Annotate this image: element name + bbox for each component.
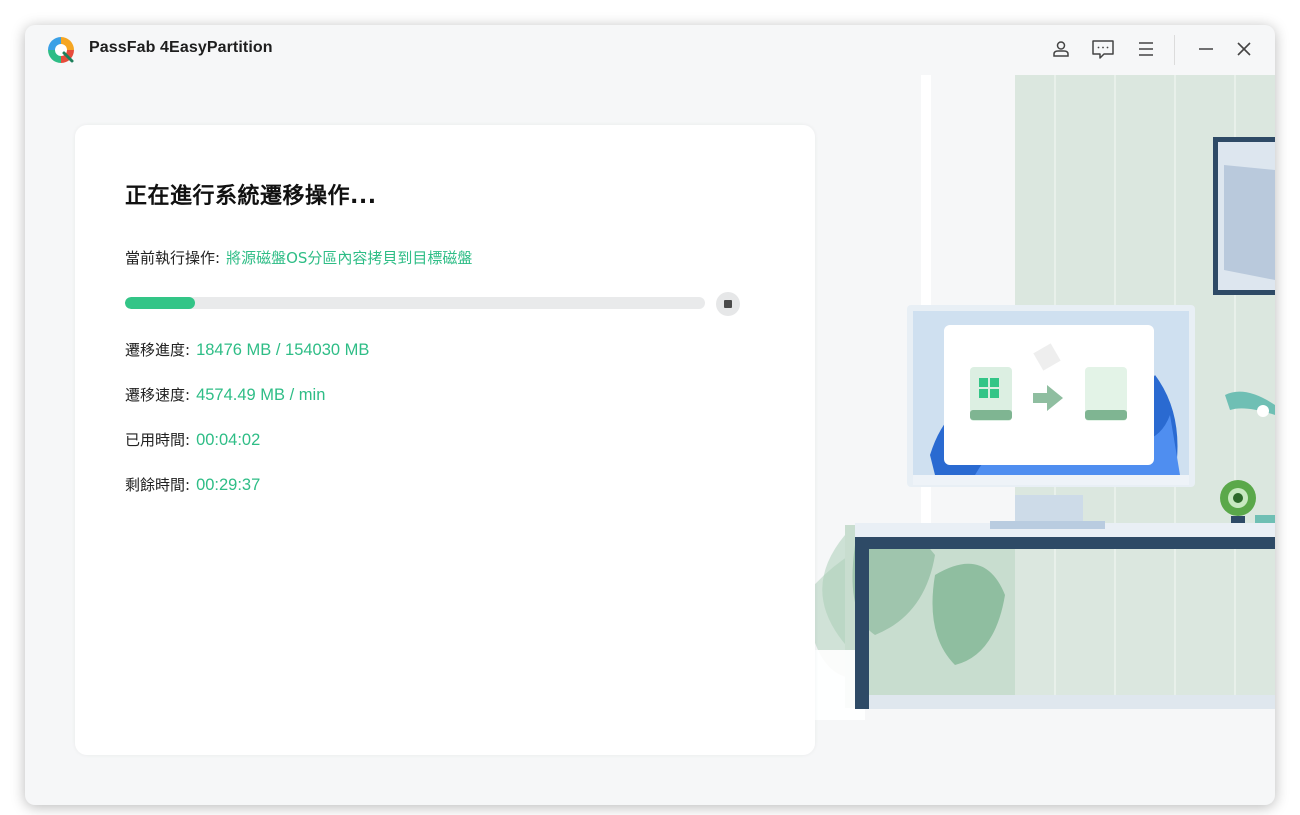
migration-progress-bar <box>125 297 705 309</box>
titlebar-divider <box>1174 35 1175 65</box>
close-icon[interactable] <box>1232 37 1256 61</box>
menu-icon[interactable] <box>1134 37 1158 61</box>
migration-progress-card: 正在進行系統遷移操作... 當前執行操作: 將源磁盤OS分區內容拷貝到目標磁盤 遷… <box>75 125 815 755</box>
app-logo-icon <box>48 37 74 63</box>
stat-label: 遷移進度: <box>125 341 191 359</box>
stat-value: 18476 MB / 154030 MB <box>196 341 370 359</box>
stat-label: 剩餘時間: <box>125 476 191 494</box>
stat-value: 00:04:02 <box>196 431 261 449</box>
stat-label: 已用時間: <box>125 431 191 449</box>
stop-icon <box>724 300 732 308</box>
title-bar: PassFab 4EasyPartition <box>25 25 1275 75</box>
current-operation: 當前執行操作: 將源磁盤OS分區內容拷貝到目標磁盤 <box>125 247 472 268</box>
current-operation-label: 當前執行操作: <box>125 249 221 267</box>
migration-progress-fill <box>125 297 195 309</box>
stat-label: 遷移速度: <box>125 386 191 404</box>
stat-value: 00:29:37 <box>196 476 261 494</box>
app-window: PassFab 4EasyPartition 正在進行系統遷移操作... 當前執… <box>25 25 1275 805</box>
feedback-icon[interactable] <box>1091 37 1115 61</box>
stat-elapsed-time: 已用時間: 00:04:02 <box>125 429 260 450</box>
current-operation-value: 將源磁盤OS分區內容拷貝到目標磁盤 <box>226 249 473 267</box>
stat-value: 4574.49 MB / min <box>196 386 326 404</box>
page-title: 正在進行系統遷移操作... <box>125 184 377 209</box>
app-title: PassFab 4EasyPartition <box>89 39 273 56</box>
account-icon[interactable] <box>1049 37 1073 61</box>
minimize-icon[interactable] <box>1194 37 1218 61</box>
stop-button[interactable] <box>716 292 740 316</box>
stat-progress: 遷移進度: 18476 MB / 154030 MB <box>125 339 369 360</box>
office-illustration <box>815 75 1275 720</box>
stat-remaining-time: 剩餘時間: 00:29:37 <box>125 474 260 495</box>
stat-speed: 遷移速度: 4574.49 MB / min <box>125 384 325 405</box>
